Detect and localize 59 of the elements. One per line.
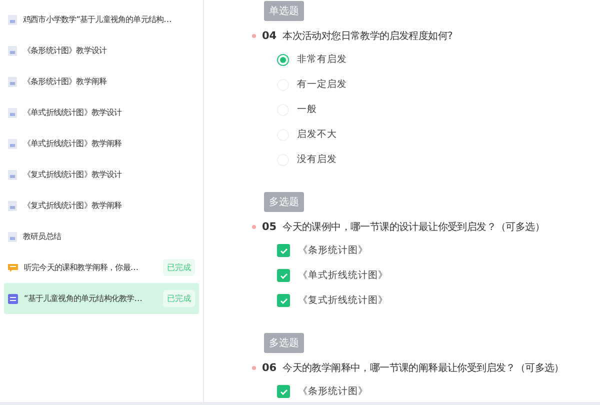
document-icon — [8, 46, 17, 56]
option-label: 启发不大 — [297, 128, 337, 141]
option-label: 非常有启发 — [297, 53, 347, 66]
question-type-tag: 多选题 — [264, 192, 304, 212]
item-title: 《复式折线统计图》教学设计 — [23, 169, 123, 180]
sidebar-item[interactable]: 《单式折线统计图》教学设计 — [4, 97, 199, 128]
option-label: 《复式折线统计图》 — [298, 294, 388, 307]
item-title: 《条形统计图》教学阐释 — [23, 76, 108, 87]
option-label: 一般 — [297, 103, 317, 116]
item-title: 《条形统计图》教学设计 — [23, 45, 108, 56]
item-title: 听完今天的课和教学阐释，你最… — [24, 262, 140, 273]
sidebar-item[interactable]: 教研员总结 — [4, 221, 199, 252]
check-icon — [280, 248, 288, 254]
status-badge: 已完成 — [163, 259, 195, 276]
option-label: 《单式折线统计图》 — [298, 269, 388, 282]
question-text: 今天的教学阐释中，哪一节课的阐释最让你受到启发？（可多选） — [282, 362, 564, 375]
item-title: 鸡西市小学数学“基于儿童视角的单元结构… — [23, 14, 172, 25]
question-text: 本次活动对您日常教学的启发程度如何? — [282, 30, 453, 43]
document-icon — [8, 108, 17, 118]
checkbox[interactable] — [277, 244, 290, 257]
question-type-tag: 多选题 — [264, 333, 304, 353]
form-icon — [8, 294, 18, 304]
option-label: 没有启发 — [297, 153, 337, 166]
question-type-tag: 单选题 — [264, 1, 304, 21]
check-icon — [280, 298, 288, 304]
item-title: 《复式折线统计图》教学阐释 — [23, 200, 123, 211]
item-title: “基于儿童视角的单元结构化教学… — [24, 293, 144, 304]
document-icon — [8, 200, 17, 210]
sidebar-item[interactable]: “基于儿童视角的单元结构化教学… 已完成 — [4, 283, 199, 314]
status-badge: 已完成 — [163, 290, 195, 307]
option-label: 《条形统计图》 — [298, 385, 368, 398]
check-icon — [280, 272, 288, 278]
sidebar-item[interactable]: 《条形统计图》教学设计 — [4, 35, 199, 66]
checkbox[interactable] — [277, 269, 290, 282]
item-title: 《单式折线统计图》教学设计 — [23, 107, 123, 118]
question-number: 05 — [262, 221, 277, 233]
check-icon — [280, 388, 288, 394]
document-icon — [8, 76, 17, 86]
item-title: 《单式折线统计图》教学阐释 — [23, 138, 123, 149]
sidebar-item[interactable]: 《复式折线统计图》教学阐释 — [4, 190, 199, 221]
sidebar-item[interactable]: 鸡西市小学数学“基于儿童视角的单元结构… — [4, 4, 199, 35]
document-icon — [8, 232, 17, 242]
question-number: 06 — [262, 362, 277, 374]
sidebar-item[interactable]: 《单式折线统计图》教学阐释 — [4, 128, 199, 159]
sidebar-item[interactable]: 听完今天的课和教学阐释，你最… 已完成 — [4, 252, 199, 283]
sidebar-item[interactable]: 《复式折线统计图》教学设计 — [4, 159, 199, 190]
question-number: 04 — [262, 30, 277, 42]
option-label: 《条形统计图》 — [298, 244, 368, 257]
option-label: 有一定启发 — [297, 78, 347, 91]
document-icon — [8, 138, 17, 148]
item-title: 教研员总结 — [23, 231, 62, 242]
document-icon — [8, 14, 17, 24]
checkbox[interactable] — [277, 385, 290, 398]
radio-button[interactable] — [277, 54, 289, 66]
question-text: 今天的课例中，哪一节课的设计最让你受到启发？（可多选） — [282, 220, 545, 234]
chat-icon — [8, 262, 18, 272]
sidebar-item[interactable]: 《条形统计图》教学阐释 — [4, 66, 199, 97]
checkbox[interactable] — [277, 294, 290, 307]
document-icon — [8, 170, 17, 180]
